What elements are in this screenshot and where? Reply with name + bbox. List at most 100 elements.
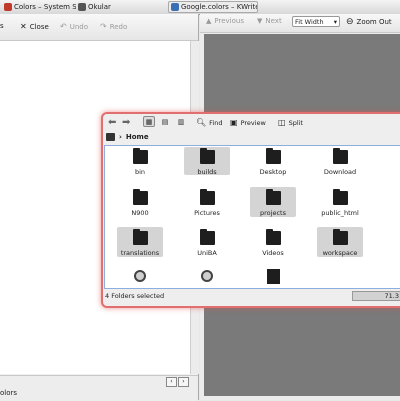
folder-item-workspace[interactable]: workspace [317,227,363,257]
zoom-value: 71.3 [384,292,399,300]
folder-item-pictures[interactable]: Pictures [184,187,230,217]
scroll-right-icon[interactable]: › [178,377,189,387]
compact-view-icon: ▤ [161,117,169,126]
back-arrow-icon[interactable]: ⬅ [108,117,116,128]
item-label: Videos [262,249,284,257]
breadcrumb: › Home [106,132,149,142]
undo-label: Undo [69,22,88,31]
item-label: bin [134,168,146,176]
colors-icon [4,3,12,11]
folder-icon [332,229,348,245]
zoom-mode-value: Fit Width [295,17,324,26]
split-button[interactable]: ◫ Split [278,118,303,127]
folder-item-n900[interactable]: N900 [117,187,163,217]
close-button[interactable]: ✕ Close [20,22,49,31]
folder-icon [265,229,281,245]
item-label: Download [323,168,357,176]
icons-view-icon: ▦ [145,117,153,126]
undo-button[interactable]: ↶ Undo [60,22,88,31]
icons-view-button[interactable]: ▦ [143,116,155,127]
arrow-down-icon: ▼ [257,17,263,25]
left-statusbar: olors ‹ › [0,375,198,401]
folder-item-uniba[interactable]: UniBA [184,227,230,257]
task-colors-system-settings[interactable]: Colors – System Setti [2,1,76,13]
folder-icon [332,148,348,164]
folder-icon [199,229,215,245]
item-label: builds [197,168,217,176]
arrow-up-icon: ▲ [206,17,212,25]
folder-item-bin[interactable]: bin [117,147,163,176]
disc-image-icon [134,270,146,282]
find-button[interactable]: 🔍︎ Find [196,118,222,127]
preview-icon: ▣ [230,118,238,127]
status-text: olors [0,389,18,397]
details-view-icon: ▥ [177,117,185,126]
split-icon: ◫ [278,118,286,127]
compact-view-button[interactable]: ▤ [159,116,171,127]
item-label: projects [260,209,286,217]
close-label: Close [29,22,49,31]
redo-label: Redo [109,22,128,31]
undo-icon: ↶ [60,22,67,31]
item-label: Desktop [259,168,287,176]
task-kwrite[interactable]: Google.colors – KWrite [168,1,258,13]
redo-icon: ↷ [100,22,107,31]
redo-button[interactable]: ↷ Redo [100,22,127,31]
forward-arrow-icon[interactable]: ➡ [122,117,130,128]
folder-item-videos[interactable]: Videos [250,227,296,257]
item-label: public_html [321,209,359,217]
find-icon: 🔍︎ [196,118,207,127]
folder-icon [332,189,348,205]
zoom-out-button[interactable]: ⊖ Zoom Out [346,17,392,27]
toolbar-partial-button[interactable]: s [0,22,4,30]
item-label: Pictures [194,209,220,217]
folder-item-translations[interactable]: translations [117,227,163,257]
scroll-left-icon[interactable]: ‹ [166,377,177,387]
toolbar-partial-label: s [0,22,4,30]
zoom-out-label: Zoom Out [356,18,392,26]
previous-button[interactable]: ▲ Previous [206,17,244,25]
kwrite-icon [171,3,179,11]
item-label: N900 [131,209,149,217]
item-label: translations [120,249,160,257]
folder-item-download[interactable]: Download [317,147,363,176]
folder-icon [132,229,148,245]
preview-label: Preview [240,118,266,127]
item-label: workspace [322,249,358,257]
previous-label: Previous [214,17,244,25]
find-label: Find [209,118,223,127]
folder-icon [265,148,281,164]
task-label: Colors – System Setti [14,3,76,11]
zoom-mode-select[interactable]: Fit Width ▾ [292,16,340,27]
taskbar: Colors – System Setti Okular Google.colo… [0,0,400,15]
folder-item-builds[interactable]: builds [184,147,230,176]
zoom-slider[interactable]: 71.3 [352,291,400,301]
split-label: Split [288,118,303,127]
dialog-status-text: 4 Folders selected [105,292,165,300]
task-label: Google.colors – KWrite [181,3,258,11]
item-label: UniBA [197,249,217,257]
folder-icon [132,189,148,205]
file-item[interactable] [250,267,296,287]
home-icon[interactable] [106,133,115,141]
file-item[interactable] [184,267,230,287]
folder-icon [199,148,215,164]
next-label: Next [265,17,282,25]
folder-icon [265,189,281,205]
breadcrumb-home[interactable]: Home [126,133,149,141]
task-okular[interactable]: Okular [76,1,136,13]
folder-icon [199,189,215,205]
okular-icon [78,3,86,11]
zoom-out-icon: ⊖ [346,17,354,27]
next-button[interactable]: ▼ Next [257,17,282,25]
disc-image-icon [201,270,213,282]
folder-item-public-html[interactable]: public_html [317,187,363,217]
file-item[interactable] [117,267,163,287]
folder-item-desktop[interactable]: Desktop [250,147,296,176]
details-view-button[interactable]: ▥ [175,116,187,127]
chevron-down-icon: ▾ [333,17,337,26]
close-icon: ✕ [20,22,27,31]
folder-item-projects[interactable]: projects [250,187,296,217]
document-icon [266,269,280,284]
preview-button[interactable]: ▣ Preview [230,118,266,127]
